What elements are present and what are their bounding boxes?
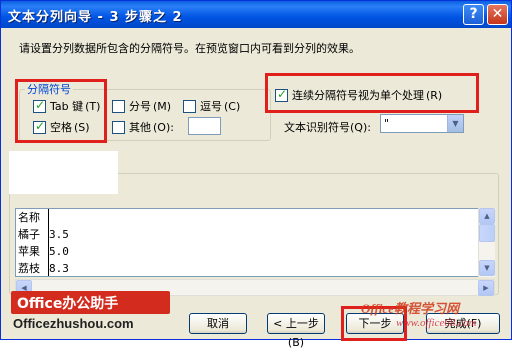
preview-row: 名称 xyxy=(16,209,494,226)
other-shortcut: (O): xyxy=(153,120,174,134)
semicolon-shortcut: (M) xyxy=(153,99,172,113)
scroll-down-icon[interactable]: ▼ xyxy=(479,260,495,276)
comma-checkbox-label: 逗号 xyxy=(200,100,222,113)
back-button[interactable]: < 上一步(B) xyxy=(267,313,325,349)
data-preview[interactable]: 名称 橘子 3.5 苹果 5.0 荔枝 8.3 xyxy=(15,208,495,277)
other-checkbox-box[interactable] xyxy=(112,120,125,134)
help-button[interactable]: ? xyxy=(463,4,484,25)
redaction-patch xyxy=(9,151,118,194)
scroll-thumb[interactable] xyxy=(479,224,495,242)
other-delimiter-input[interactable] xyxy=(188,117,221,135)
text-qualifier-select[interactable]: " ▼ xyxy=(380,114,464,133)
instruction-text: 请设置分列数据所包含的分隔符号。在预览窗口内可看到分列的效果。 xyxy=(19,42,360,55)
scroll-up-icon[interactable]: ▲ xyxy=(479,208,495,224)
chevron-down-icon[interactable]: ▼ xyxy=(447,115,463,132)
scroll-right-icon[interactable]: ▶ xyxy=(478,280,494,296)
comma-checkbox[interactable]: 逗号 (C) xyxy=(183,98,240,114)
consecutive-highlight-box xyxy=(265,73,479,113)
other-checkbox[interactable]: 其他 (O): xyxy=(112,119,174,135)
preview-row: 荔枝 8.3 xyxy=(18,260,69,276)
other-checkbox-label: 其他 xyxy=(129,121,151,134)
preview-vertical-scrollbar[interactable]: ▲ ▼ xyxy=(478,208,495,277)
comma-shortcut: (C) xyxy=(224,99,241,113)
cancel-button[interactable]: 取消 xyxy=(189,313,247,334)
text-qualifier-value: " xyxy=(384,117,390,130)
close-button[interactable]: ✕ xyxy=(487,4,508,25)
semicolon-checkbox[interactable]: 分号 (M) xyxy=(112,98,171,114)
preview-row: 苹果 5.0 xyxy=(18,243,69,260)
office-logo-badge: Office办公助手 xyxy=(11,291,170,314)
delimiter-highlight-box xyxy=(15,79,107,143)
text-qualifier-label: 文本识别符号(Q): xyxy=(284,121,371,134)
logo-site-text: Officezhushou.com xyxy=(13,316,134,331)
semicolon-checkbox-label: 分号 xyxy=(129,100,151,113)
wizard-dialog: 文本分列向导 - 3 步骤之 2 ? ✕ 请设置分列数据所包含的分隔符号。在预览… xyxy=(0,0,512,349)
comma-checkbox-box[interactable] xyxy=(183,99,196,113)
dialog-title: 文本分列向导 - 3 步骤之 2 xyxy=(8,10,183,25)
watermark-url: www.office68.com xyxy=(396,317,477,329)
preview-row: 橘子 3.5 xyxy=(18,226,69,243)
watermark-main: Office教程学习网 xyxy=(361,301,459,316)
title-bar[interactable]: 文本分列向导 - 3 步骤之 2 ? ✕ xyxy=(1,1,511,28)
semicolon-checkbox-box[interactable] xyxy=(112,99,125,113)
